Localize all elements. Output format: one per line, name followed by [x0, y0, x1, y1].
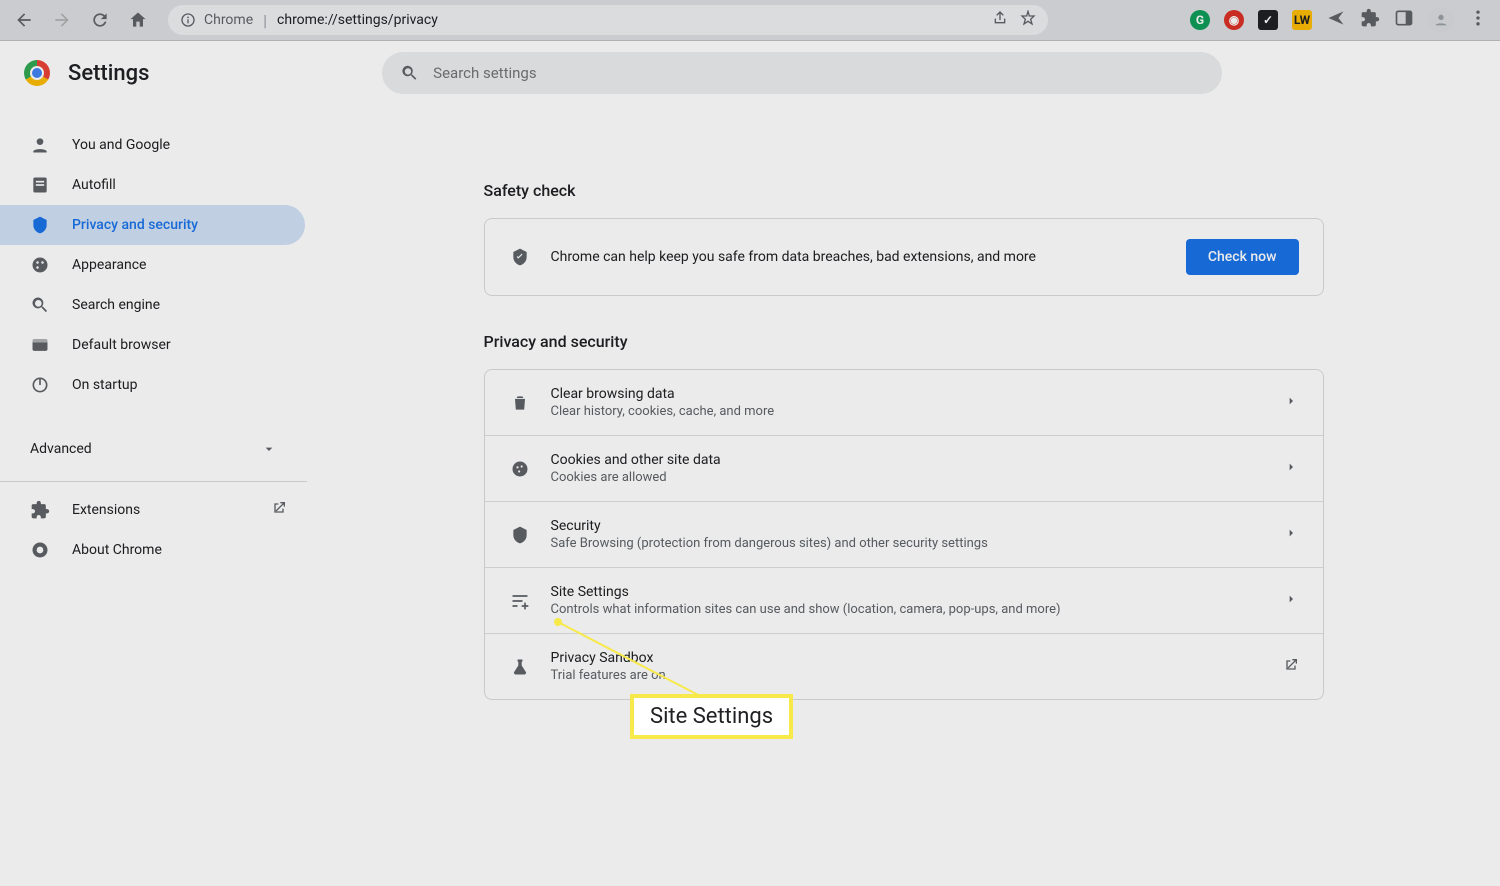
side-panel-icon[interactable]	[1394, 8, 1414, 32]
sidebar-advanced[interactable]: Advanced	[0, 425, 307, 473]
url-prefix: Chrome	[204, 12, 253, 28]
row-title: Security	[551, 518, 1263, 534]
sidebar-item-label: Autofill	[72, 177, 116, 193]
address-bar[interactable]: Chrome | chrome://settings/privacy	[168, 5, 1048, 35]
row-sub: Cookies are allowed	[551, 470, 1263, 485]
row-clear-browsing-data[interactable]: Clear browsing data Clear history, cookie…	[485, 370, 1323, 435]
row-title: Site Settings	[551, 584, 1263, 600]
sidebar-item-autofill[interactable]: Autofill	[0, 165, 305, 205]
browser-toolbar: Chrome | chrome://settings/privacy G ◉ ✓…	[0, 0, 1500, 41]
sidebar-item-label: About Chrome	[72, 542, 162, 558]
profile-avatar[interactable]	[1428, 7, 1454, 33]
chevron-down-icon	[261, 441, 277, 457]
shield-icon	[509, 525, 531, 545]
row-sub: Safe Browsing (protection from dangerous…	[551, 536, 1263, 551]
sidebar-item-label: Default browser	[72, 337, 171, 353]
sidebar-item-label: Search engine	[72, 297, 160, 313]
reload-button[interactable]	[84, 4, 116, 36]
row-privacy-sandbox[interactable]: Privacy Sandbox Trial features are on	[485, 633, 1323, 699]
row-security[interactable]: Security Safe Browsing (protection from d…	[485, 501, 1323, 567]
shield-check-icon	[509, 247, 531, 267]
site-info-icon[interactable]	[180, 12, 196, 28]
safety-check-card: Chrome can help keep you safe from data …	[484, 218, 1324, 296]
extensions-puzzle-icon[interactable]	[1360, 8, 1380, 32]
chevron-right-icon	[1283, 393, 1299, 413]
section-safety-title: Safety check	[484, 181, 1324, 200]
sidebar-item-on-startup[interactable]: On startup	[0, 365, 305, 405]
row-title: Cookies and other site data	[551, 452, 1263, 468]
search-icon	[400, 63, 419, 83]
extension-todoist-icon[interactable]: ✓	[1258, 10, 1278, 30]
extension-lw-icon[interactable]: LW	[1292, 10, 1312, 30]
sidebar: You and Google Autofill Privacy and secu…	[0, 41, 307, 886]
sidebar-item-label: Privacy and security	[72, 217, 198, 233]
sidebar-item-about[interactable]: About Chrome	[0, 530, 305, 570]
sidebar-item-you-and-google[interactable]: You and Google	[0, 125, 305, 165]
sidebar-item-label: Extensions	[72, 502, 140, 518]
settings-search-input[interactable]	[433, 64, 1204, 82]
tune-icon	[509, 591, 531, 611]
url-separator: |	[263, 11, 267, 30]
cookie-icon	[509, 459, 531, 479]
sidebar-divider	[0, 481, 307, 482]
url-text: chrome://settings/privacy	[277, 12, 438, 28]
forward-button[interactable]	[46, 4, 78, 36]
chevron-right-icon	[1283, 525, 1299, 545]
back-button[interactable]	[8, 4, 40, 36]
home-button[interactable]	[122, 4, 154, 36]
sidebar-item-default-browser[interactable]: Default browser	[0, 325, 305, 365]
chrome-logo-icon	[24, 60, 50, 86]
chevron-right-icon	[1283, 591, 1299, 611]
main-content: Safety check Chrome can help keep you sa…	[307, 41, 1500, 886]
row-title: Privacy Sandbox	[551, 650, 1263, 666]
extension-grammarly-icon[interactable]: G	[1190, 10, 1210, 30]
external-link-icon	[271, 500, 287, 520]
check-now-button[interactable]: Check now	[1186, 239, 1299, 275]
extension-adblock-icon[interactable]: ◉	[1224, 10, 1244, 30]
sidebar-item-search-engine[interactable]: Search engine	[0, 285, 305, 325]
row-sub: Trial features are on	[551, 668, 1263, 683]
sidebar-item-label: Appearance	[72, 257, 146, 273]
sidebar-item-privacy[interactable]: Privacy and security	[0, 205, 305, 245]
toolbar-extensions: G ◉ ✓ LW	[1190, 7, 1492, 33]
external-link-icon	[1283, 657, 1299, 677]
row-cookies[interactable]: Cookies and other site data Cookies are a…	[485, 435, 1323, 501]
kebab-menu-icon[interactable]	[1468, 8, 1488, 32]
right-gutter	[1422, 41, 1500, 886]
callout-label: Site Settings	[630, 694, 793, 739]
flask-icon	[509, 657, 531, 677]
row-title: Clear browsing data	[551, 386, 1263, 402]
page-header: Settings	[0, 41, 1422, 105]
share-icon[interactable]	[992, 10, 1008, 30]
sidebar-item-extensions[interactable]: Extensions	[0, 490, 305, 530]
safety-text: Chrome can help keep you safe from data …	[551, 249, 1166, 265]
trash-icon	[509, 393, 531, 413]
sidebar-item-label: You and Google	[72, 137, 170, 153]
section-privacy-title: Privacy and security	[484, 332, 1324, 351]
sidebar-advanced-label: Advanced	[30, 441, 92, 457]
chevron-right-icon	[1283, 459, 1299, 479]
page-title: Settings	[68, 61, 149, 86]
row-sub: Controls what information sites can use …	[551, 602, 1263, 617]
privacy-card: Clear browsing data Clear history, cookie…	[484, 369, 1324, 700]
sidebar-item-label: On startup	[72, 377, 138, 393]
bookmark-icon[interactable]	[1020, 10, 1036, 30]
row-sub: Clear history, cookies, cache, and more	[551, 404, 1263, 419]
settings-search[interactable]	[382, 52, 1222, 94]
send-tab-icon[interactable]	[1326, 8, 1346, 32]
sidebar-item-appearance[interactable]: Appearance	[0, 245, 305, 285]
row-site-settings[interactable]: Site Settings Controls what information s…	[485, 567, 1323, 633]
